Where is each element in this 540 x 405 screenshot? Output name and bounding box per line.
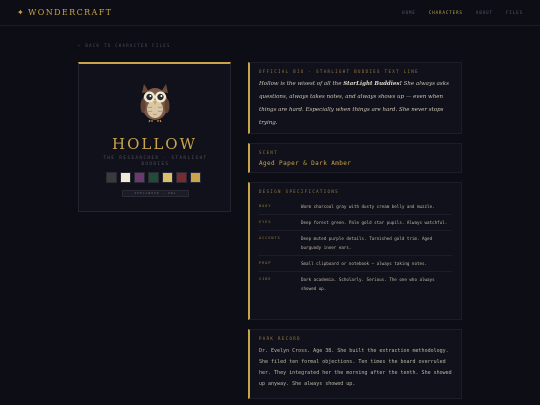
character-card: HOLLOW THE RESEARCHER · STARLIGHT BUDDIE… (78, 62, 231, 212)
park-text: Dr. Evelyn Cross. Age 38. She built the … (259, 348, 452, 387)
brand-name: WONDERCRAFT (28, 8, 113, 17)
swatch-3[interactable] (134, 172, 145, 183)
owl-icon (140, 84, 170, 123)
swatch-5[interactable] (162, 172, 173, 183)
bio-panel: OFFICIAL BIO · STARLIGHT BUDDIES TEXT LI… (248, 62, 462, 134)
bio-label: OFFICIAL BIO · STARLIGHT BUDDIES TEXT LI… (259, 69, 419, 74)
spec-row: ACCENTS Deep muted purple details. Tarni… (259, 231, 452, 256)
spec-value: Small clipboard or notebook — always tak… (301, 261, 428, 266)
bio-emphasis: StarLight Buddies! (343, 81, 402, 87)
spec-value: Dark academia. Scholarly. Serious. The o… (301, 277, 435, 291)
spec-row: VIBE Dark academia. Scholarly. Serious. … (259, 272, 452, 296)
scent-label: SCENT (259, 150, 279, 155)
swatch-1[interactable] (106, 172, 117, 183)
park-record-panel: PARK RECORD Dr. Evelyn Cross. Age 38. Sh… (248, 329, 462, 399)
color-palette (106, 172, 201, 183)
bio-text: Hollow is the wisest of all the StarLigh… (259, 81, 449, 126)
main-nav: HOME CHARACTERS ABOUT FILES (402, 10, 523, 15)
spec-key: EYES (259, 220, 272, 224)
brand-logo[interactable]: ✦ WONDERCRAFT (17, 8, 112, 17)
character-tag: SPELLBOOK · OWL (122, 190, 189, 197)
character-subtitle: THE RESEARCHER · STARLIGHT BUDDIES (103, 155, 208, 166)
park-label: PARK RECORD (259, 336, 301, 341)
swatch-7[interactable] (190, 172, 201, 183)
nav-characters[interactable]: CHARACTERS (429, 10, 463, 15)
spec-value: Warm charcoal gray with dusty cream bell… (301, 204, 435, 209)
nav-files[interactable]: FILES (506, 10, 523, 15)
scent-value: Aged Paper & Dark Amber (259, 160, 352, 167)
spec-row: BODY Warm charcoal gray with dusty cream… (259, 199, 452, 215)
spec-value: Deep muted purple details. Tarnished gol… (301, 236, 433, 250)
top-navbar: ✦ WONDERCRAFT HOME CHARACTERS ABOUT FILES (0, 0, 540, 26)
spec-key: BODY (259, 204, 272, 208)
spec-value: Deep forest green. Pale gold star pupils… (301, 220, 448, 225)
back-to-files-link[interactable]: ← BACK TO CHARACTER FILES (78, 43, 171, 48)
spec-key: VIBE (259, 277, 272, 281)
character-name: HOLLOW (111, 135, 197, 153)
design-label: DESIGN SPECIFICATIONS (259, 189, 339, 194)
star-icon: ✦ (17, 8, 26, 17)
swatch-4[interactable] (148, 172, 159, 183)
swatch-2[interactable] (120, 172, 131, 183)
spec-key: ACCENTS (259, 236, 281, 240)
scent-panel: SCENT Aged Paper & Dark Amber (248, 143, 462, 173)
spec-row: PROP Small clipboard or notebook — alway… (259, 256, 452, 272)
nav-about[interactable]: ABOUT (476, 10, 493, 15)
design-panel: DESIGN SPECIFICATIONS BODY Warm charcoal… (248, 182, 462, 320)
nav-home[interactable]: HOME (402, 10, 416, 15)
spec-row: EYES Deep forest green. Pale gold star p… (259, 215, 452, 231)
swatch-6[interactable] (176, 172, 187, 183)
spec-key: PROP (259, 261, 272, 265)
